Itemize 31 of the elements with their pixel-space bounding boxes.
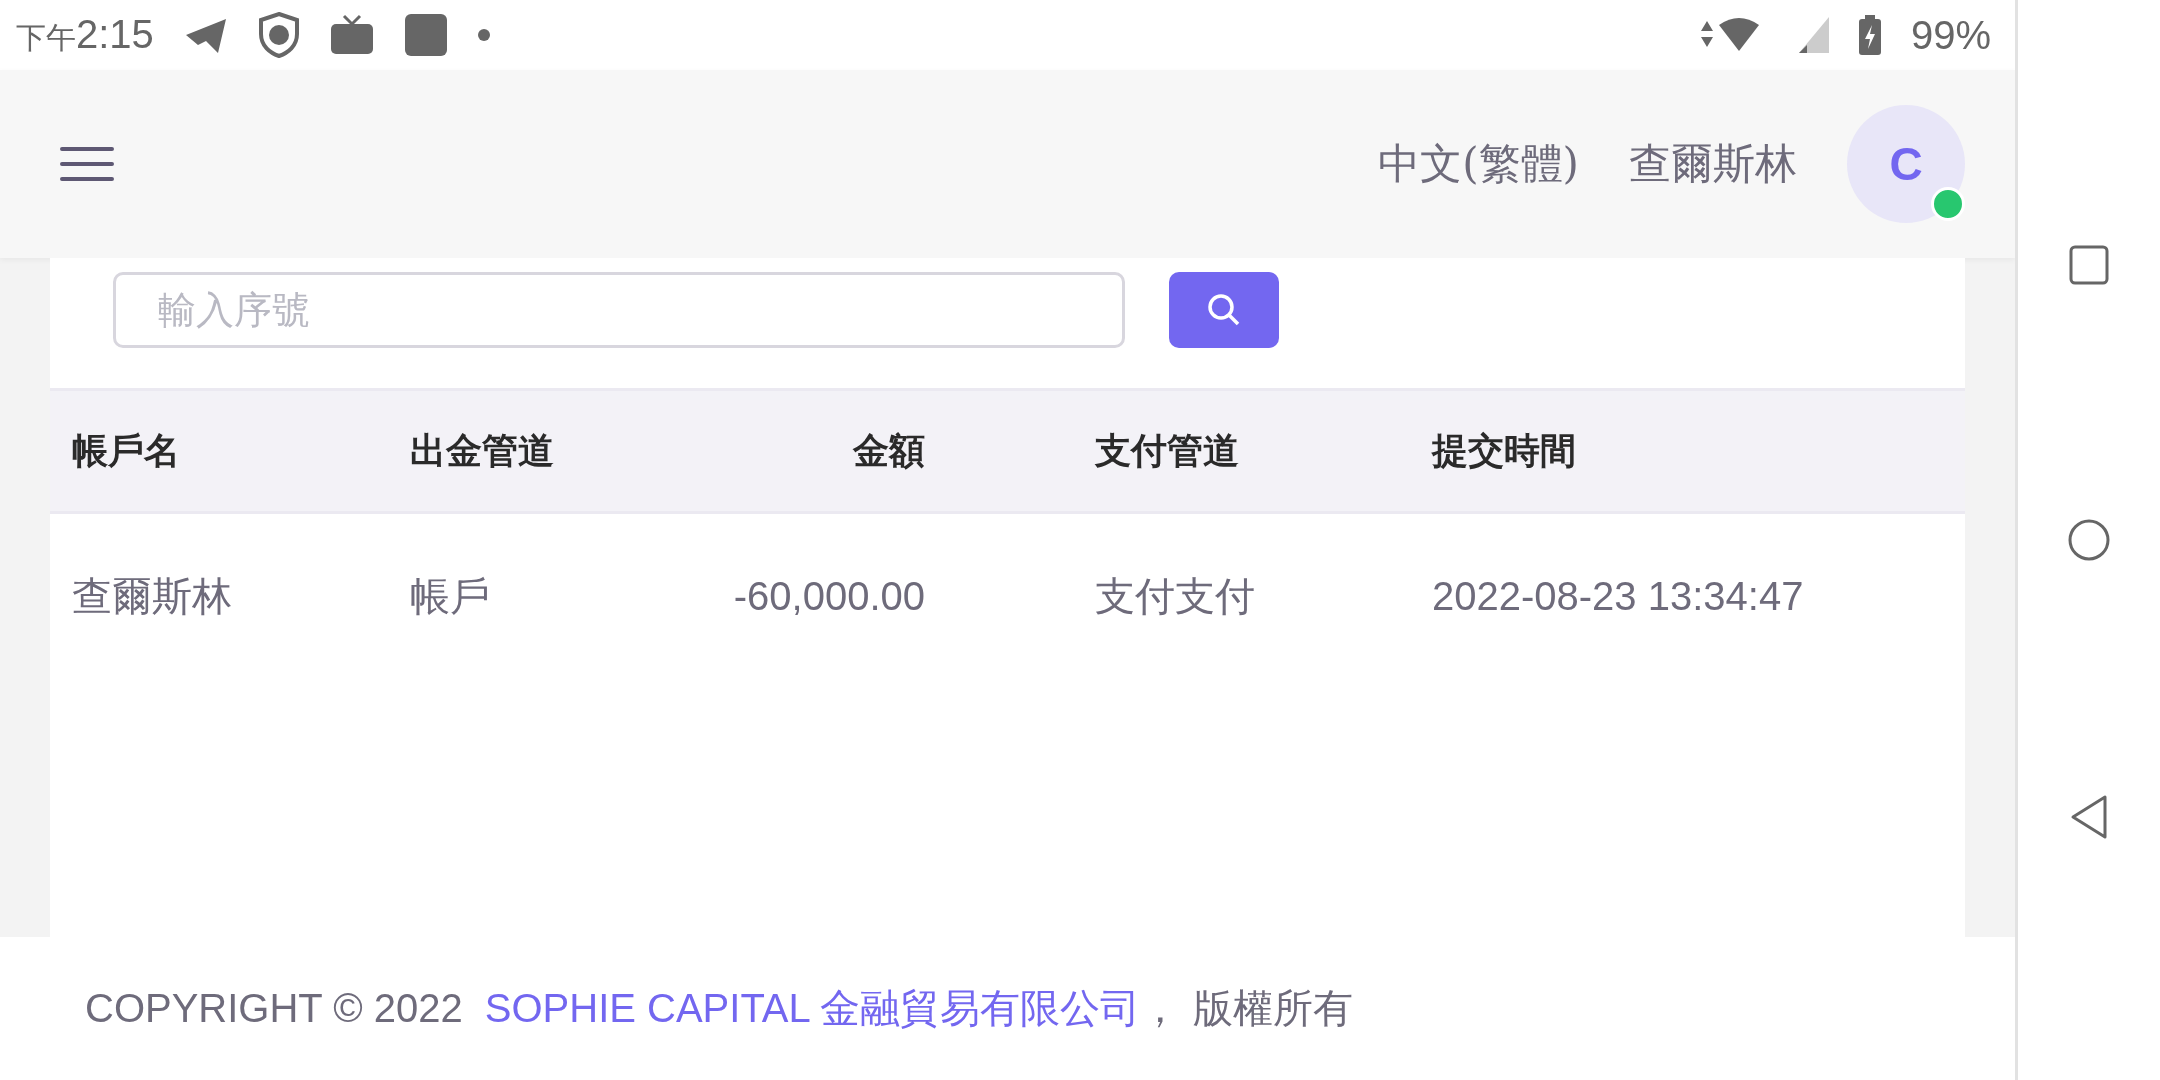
table-cell-text: 查爾斯林 bbox=[72, 572, 233, 621]
square-icon bbox=[403, 13, 448, 57]
column-header: 支付管道 bbox=[1095, 428, 1240, 473]
column-header: 金額 bbox=[851, 428, 926, 473]
table-cell-text: 支付支付 bbox=[1095, 572, 1256, 621]
status-time: 下午2:15 bbox=[16, 11, 154, 58]
shield-icon bbox=[257, 12, 300, 58]
copyright-text: COPYRIGHT © 2022 bbox=[85, 986, 463, 1031]
user-avatar[interactable]: C bbox=[1847, 105, 1965, 223]
table-cell-text: 帳戶 bbox=[410, 572, 491, 621]
back-icon[interactable] bbox=[2069, 794, 2109, 840]
table-cell-text: -60,000.00 bbox=[732, 574, 926, 619]
battery-icon bbox=[1858, 15, 1881, 55]
table-cell-text: 2022-08-23 13:34:47 bbox=[1432, 574, 1805, 619]
tv-icon bbox=[329, 14, 374, 56]
rights-text: ， 版權所有 bbox=[1140, 984, 1354, 1033]
column-header: 帳戶名 bbox=[72, 428, 181, 473]
recent-apps-icon[interactable] bbox=[2069, 245, 2109, 285]
dot-icon bbox=[477, 29, 490, 41]
serial-number-field[interactable]: 輸入序號 bbox=[113, 272, 1125, 348]
language-selector[interactable]: 中文(繁體) bbox=[1378, 136, 1579, 192]
search-button[interactable] bbox=[1169, 272, 1279, 348]
menu-icon[interactable] bbox=[60, 146, 114, 182]
signal-icon bbox=[1798, 17, 1829, 53]
column-header: 提交時間 bbox=[1432, 428, 1577, 473]
company-link[interactable]: SOPHIE CAPITAL 金融貿易有限公司 bbox=[484, 981, 1141, 1036]
battery-percentage: 99% bbox=[1910, 12, 1991, 58]
home-icon[interactable] bbox=[2067, 517, 2111, 562]
column-header: 出金管道 bbox=[410, 428, 555, 473]
search-icon bbox=[1207, 293, 1241, 327]
user-name[interactable]: 查爾斯林 bbox=[1629, 136, 1797, 192]
